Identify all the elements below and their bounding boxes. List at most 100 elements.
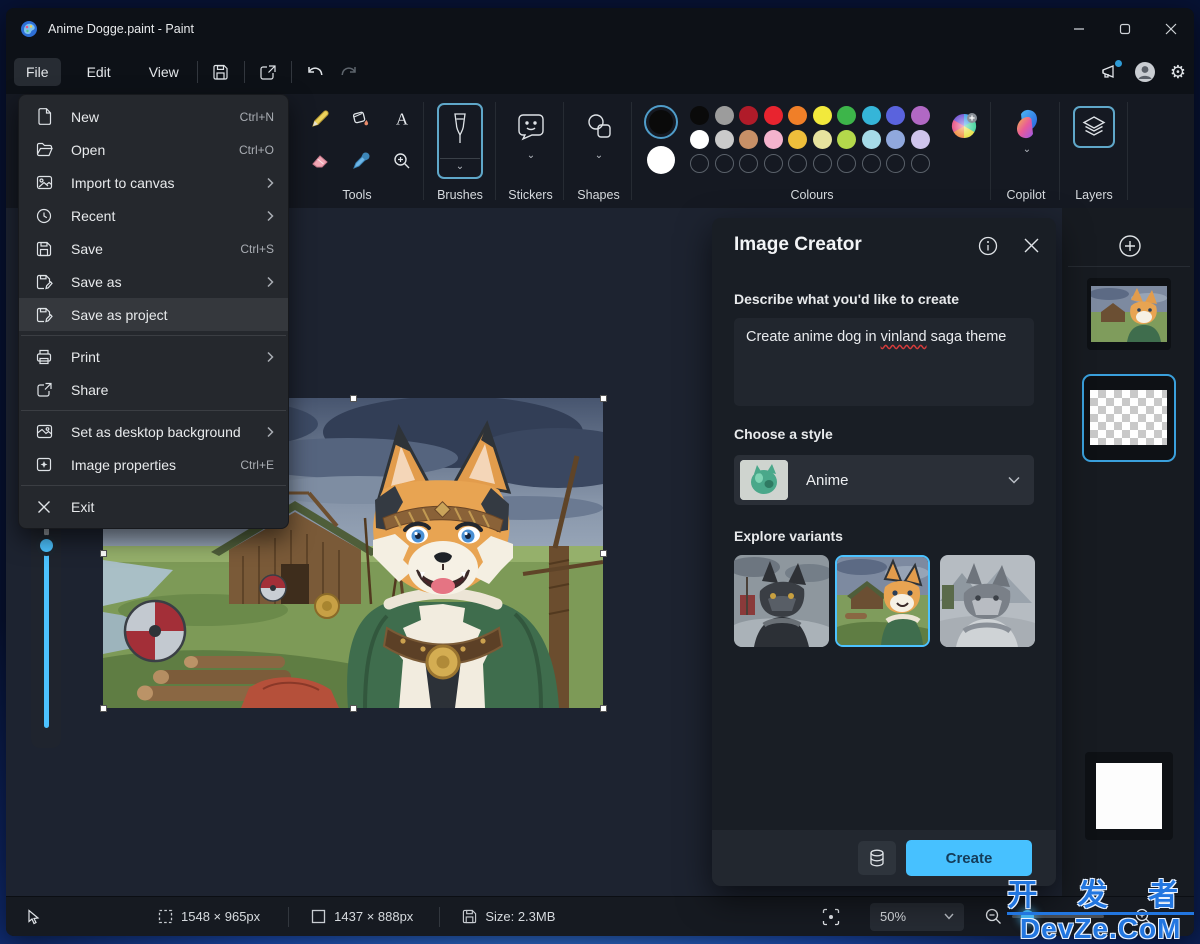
credits-icon[interactable] [858,841,896,875]
color-swatch[interactable] [715,106,734,125]
zoom-fit-icon[interactable] [822,908,840,926]
selection-handle[interactable] [350,395,357,402]
brushes-button[interactable]: ⌄ [437,103,483,179]
color-swatch[interactable] [886,154,905,173]
layer-thumbnail-2-selected[interactable] [1082,374,1176,462]
color-swatch[interactable] [690,130,709,149]
color-swatch[interactable] [739,154,758,173]
color-swatch[interactable] [739,106,758,125]
edit-colours-wheel-icon[interactable] [950,112,978,140]
selection-handle[interactable] [600,550,607,557]
color-swatch[interactable] [739,130,758,149]
text-tool[interactable]: A [385,104,419,134]
color-swatch[interactable] [715,130,734,149]
color-swatch[interactable] [886,130,905,149]
colours-section: Colours [634,94,990,208]
color-swatch[interactable] [813,106,832,125]
color-swatch[interactable] [862,106,881,125]
file-menu-share[interactable]: Share [19,373,288,406]
maximize-button[interactable] [1102,8,1148,50]
undo-icon[interactable] [298,57,332,87]
close-panel-icon[interactable] [1023,237,1040,254]
color-swatch[interactable] [813,130,832,149]
magnifier-tool[interactable] [385,146,419,176]
color-swatch[interactable] [837,106,856,125]
color-swatch[interactable] [911,154,930,173]
redo-icon[interactable] [332,57,366,87]
color-swatch[interactable] [886,106,905,125]
color-swatch[interactable] [764,154,783,173]
layers-button[interactable] [1073,106,1115,148]
color-swatch[interactable] [690,106,709,125]
background-layer-preview [1096,763,1162,829]
settings-gear-icon[interactable]: ⚙ [1170,63,1186,81]
fill-tool[interactable] [344,104,378,134]
eraser-tool[interactable] [303,146,337,176]
menubar: File Edit View [6,50,1194,94]
file-menu-save-as[interactable]: Save as [19,265,288,298]
selection-handle[interactable] [350,705,357,712]
pencil-tool[interactable] [303,104,337,134]
create-button[interactable]: Create [906,840,1032,876]
color-swatch[interactable] [911,106,930,125]
file-menu-save-as-project[interactable]: Save as project [19,298,288,331]
color-swatch[interactable] [764,106,783,125]
menu-edit[interactable]: Edit [75,58,123,86]
color-swatch[interactable] [788,154,807,173]
primary-colour-swatch[interactable] [644,105,678,139]
stickers-button[interactable]: ⌄ [511,110,551,161]
color-swatch[interactable] [911,130,930,149]
save-icon[interactable] [204,57,238,87]
slider-thumb[interactable] [36,535,57,556]
color-swatch[interactable] [788,106,807,125]
file-menu-print[interactable]: Print [19,340,288,373]
file-menu-save[interactable]: Save Ctrl+S [19,232,288,265]
add-layer-button[interactable] [1118,234,1142,258]
secondary-colour-swatch[interactable] [647,146,675,174]
minimize-button[interactable] [1056,8,1102,50]
transparent-layer-preview [1090,390,1167,445]
selection-handle[interactable] [100,705,107,712]
layer-thumbnail-1[interactable] [1087,278,1171,350]
file-menu-import-to-canvas[interactable]: Import to canvas [19,166,288,199]
close-button[interactable] [1148,8,1194,50]
style-dropdown[interactable]: Anime [734,455,1034,505]
menu-view[interactable]: View [137,58,191,86]
share-icon[interactable] [251,57,285,87]
info-icon[interactable] [978,236,998,256]
color-swatch[interactable] [862,130,881,149]
file-menu-open[interactable]: Open Ctrl+O [19,133,288,166]
account-avatar[interactable] [1134,61,1156,83]
feedback-icon[interactable] [1100,63,1120,81]
file-menu-set-as-desktop-background[interactable]: Set as desktop background [19,415,288,448]
file-menu-recent[interactable]: Recent [19,199,288,232]
color-picker-tool[interactable] [344,146,378,176]
file-menu-new[interactable]: New Ctrl+N [19,100,288,133]
color-swatch[interactable] [715,154,734,173]
selection-handle[interactable] [100,550,107,557]
variant-thumbnail-1[interactable] [734,555,829,647]
selection-handle[interactable] [600,395,607,402]
color-swatch[interactable] [764,130,783,149]
variant-thumbnail-3[interactable] [940,555,1035,647]
color-swatch[interactable] [690,154,709,173]
file-menu-image-properties[interactable]: Image properties Ctrl+E [19,448,288,481]
color-swatch[interactable] [837,154,856,173]
copilot-button[interactable]: ⌄ [1009,108,1045,155]
color-swatch[interactable] [862,154,881,173]
color-swatch[interactable] [788,130,807,149]
color-swatch[interactable] [837,130,856,149]
variant-thumbnail-2-selected[interactable] [835,555,930,647]
canvas-size-icon [311,909,326,924]
vertical-slider[interactable] [31,496,61,748]
selection-handle[interactable] [600,705,607,712]
background-layer-thumbnail[interactable] [1085,752,1173,840]
menu-file[interactable]: File [14,58,61,86]
zoom-dropdown[interactable]: 50% [870,903,964,931]
style-value: Anime [806,472,849,489]
shapes-button[interactable]: ⌄ [579,110,619,161]
prompt-textarea[interactable]: Create anime dog in vinland saga theme [734,318,1034,406]
zoom-out-icon[interactable] [985,908,1002,925]
file-menu-exit[interactable]: Exit [19,490,288,523]
color-swatch[interactable] [813,154,832,173]
